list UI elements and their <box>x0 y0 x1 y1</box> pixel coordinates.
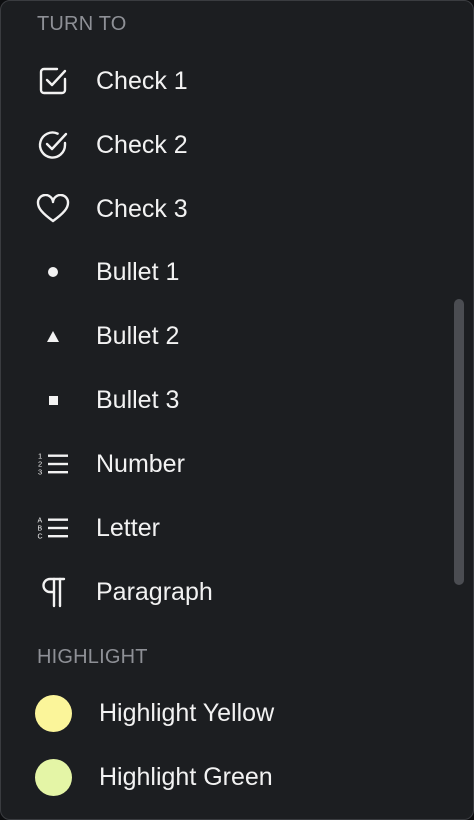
menu-item-letter[interactable]: A B C Letter <box>1 500 441 556</box>
turn-to-header: TURN TO <box>37 13 127 35</box>
menu-item-label: Check 2 <box>96 130 188 159</box>
menu-item-label: Bullet 2 <box>96 321 180 350</box>
bullet-triangle-icon <box>31 314 75 358</box>
menu-item-label: Letter <box>96 513 160 542</box>
menu-item-label: Bullet 1 <box>96 257 180 286</box>
menu-item-bullet-1[interactable]: Bullet 1 <box>1 244 441 300</box>
yellow-swatch <box>34 694 72 732</box>
menu-item-bullet-2[interactable]: Bullet 2 <box>1 308 441 364</box>
scrollbar-thumb[interactable] <box>454 299 464 585</box>
color-swatch-icon <box>31 755 75 799</box>
check-circle-icon <box>31 123 75 167</box>
lettered-list-glyph: C <box>38 534 43 541</box>
bullet-square-icon <box>31 378 75 422</box>
green-swatch <box>34 758 72 796</box>
menu-item-label: Paragraph <box>96 577 213 606</box>
highlight-header: HIGHLIGHT <box>37 646 148 668</box>
menu-item-label: Check 1 <box>96 66 188 95</box>
menu-item-paragraph[interactable]: Paragraph <box>1 564 441 620</box>
menu-item-label: Bullet 3 <box>96 385 180 414</box>
menu-item-check-1[interactable]: Check 1 <box>1 53 441 109</box>
menu-item-label: Check 3 <box>96 194 188 223</box>
numbered-list-glyph: 3 <box>38 468 42 477</box>
bullet-dot-icon <box>31 250 75 294</box>
menu-item-label: Number <box>96 449 185 478</box>
lettered-list-icon: A B C <box>31 506 75 550</box>
pilcrow-icon <box>31 570 75 614</box>
lettered-list-glyph: A <box>38 518 43 525</box>
menu-item-check-3[interactable]: Check 3 <box>1 181 441 237</box>
menu-item-check-2[interactable]: Check 2 <box>1 117 441 173</box>
turn-to-menu: TURN TO Check 1 Check 2 Check 3 Bullet 1… <box>0 0 474 820</box>
menu-item-highlight-yellow[interactable]: Highlight Yellow <box>1 685 441 741</box>
menu-item-label: Highlight Green <box>99 762 273 791</box>
menu-item-bullet-3[interactable]: Bullet 3 <box>1 372 441 428</box>
numbered-list-icon: 1 2 3 <box>31 442 75 486</box>
heart-icon <box>31 187 75 231</box>
lettered-list-glyph: B <box>38 526 43 533</box>
menu-item-label: Highlight Yellow <box>99 698 275 727</box>
menu-item-highlight-green[interactable]: Highlight Green <box>1 749 441 805</box>
menu-item-number[interactable]: 1 2 3 Number <box>1 436 441 492</box>
checkbox-square-icon <box>31 59 75 103</box>
color-swatch-icon <box>31 691 75 735</box>
